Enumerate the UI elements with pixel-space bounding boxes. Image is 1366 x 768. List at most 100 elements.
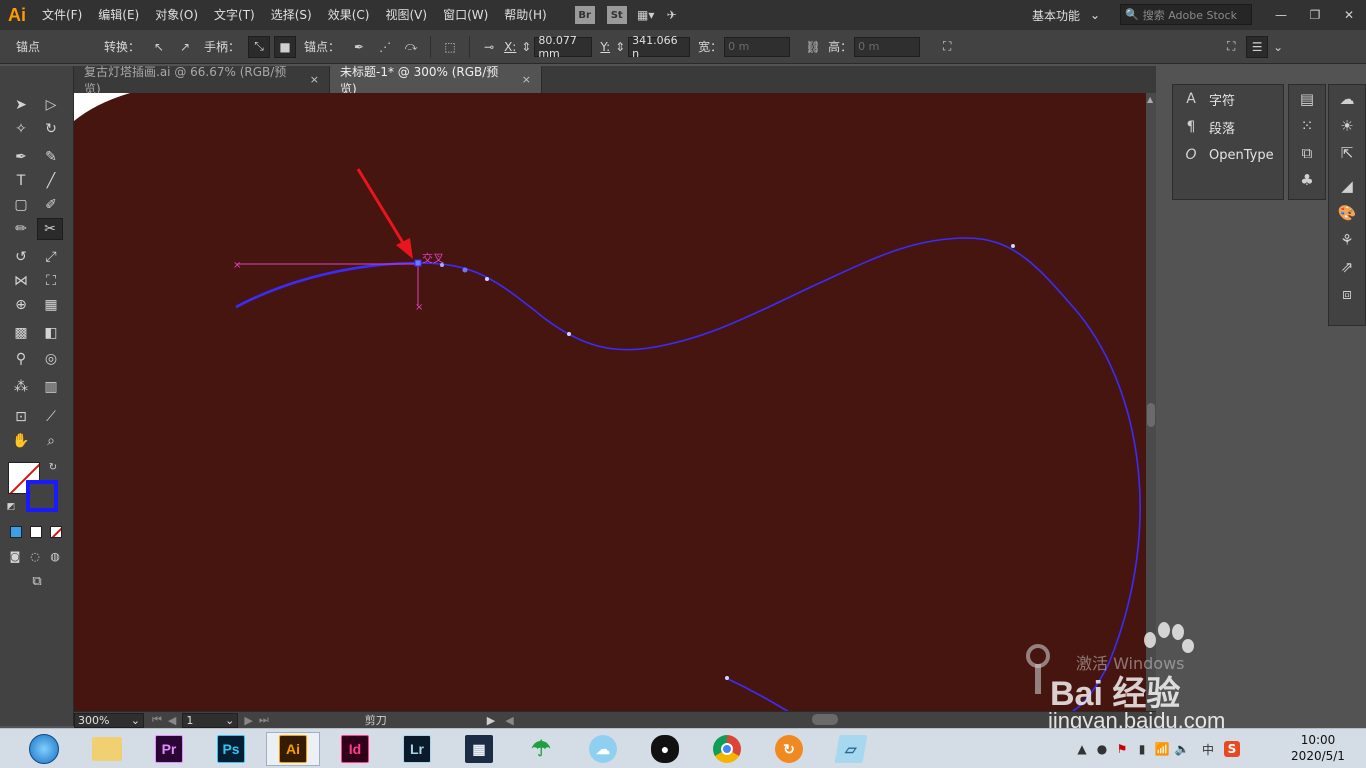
panel-character[interactable]: A 字符 — [1173, 85, 1283, 113]
close-icon[interactable]: × — [522, 73, 531, 86]
panel-paragraph[interactable]: ¶ 段落 — [1173, 113, 1283, 141]
mesh-tool-icon[interactable]: ▩ — [8, 322, 34, 344]
swatches-icon[interactable]: 🎨 — [1329, 199, 1365, 226]
y-field[interactable]: 341.066 n — [628, 34, 691, 60]
align-icon[interactable]: ⊸ — [478, 36, 500, 58]
scroll-left-icon[interactable]: ◀ — [505, 714, 513, 727]
rotate-tool-icon[interactable]: ↺ — [8, 246, 34, 268]
next-artboard-icon[interactable]: ▶ — [244, 714, 252, 727]
gpu-performance-icon[interactable]: ✈ — [661, 4, 683, 26]
taskbar-lightroom[interactable]: Lr — [390, 732, 444, 766]
draw-normal-icon[interactable]: ◙ — [6, 548, 24, 564]
sogou-ime-icon[interactable]: S — [1224, 741, 1240, 757]
menu-select[interactable]: 选择(S) — [263, 0, 320, 30]
menu-view[interactable]: 视图(V) — [377, 0, 435, 30]
menu-edit[interactable]: 编辑(E) — [90, 0, 147, 30]
canvas[interactable]: × × 交叉 ▲ — [74, 93, 1156, 711]
symbols-icon[interactable]: ♣ — [1289, 166, 1325, 193]
gradient-mode-button[interactable] — [30, 526, 42, 538]
scroll-thumb[interactable] — [1147, 403, 1155, 427]
perspective-grid-tool-icon[interactable]: ▦ — [38, 294, 64, 316]
pen-tool-icon[interactable]: ✒ — [8, 146, 34, 168]
taskbar-indesign[interactable]: Id — [328, 732, 382, 766]
zoom-tool-icon[interactable]: ⌕ — [38, 430, 64, 452]
horizontal-scroll-thumb[interactable] — [812, 714, 838, 725]
tab-lighthouse-doc[interactable]: 复古灯塔插画.ai @ 66.67% (RGB/预览) × — [74, 65, 330, 96]
remove-anchor-icon[interactable]: ✒ — [348, 36, 370, 58]
taskbar-chrome[interactable] — [700, 732, 754, 766]
first-artboard-icon[interactable]: ⏮ — [152, 713, 162, 727]
export-icon[interactable]: ⇱ — [1329, 139, 1365, 166]
scissors-tool-icon[interactable]: ✂ — [37, 218, 63, 240]
screen-mode-icon[interactable]: ⧉ — [24, 572, 50, 590]
menu-object[interactable]: 对象(O) — [147, 0, 206, 30]
panel-opentype[interactable]: O OpenType — [1173, 141, 1283, 169]
transform-panel-icon[interactable]: ⁙ — [1289, 112, 1325, 139]
pathfinder-icon[interactable]: ⧉ — [1289, 139, 1325, 166]
status-menu-icon[interactable]: ▶ — [487, 714, 495, 727]
close-icon[interactable]: × — [310, 73, 319, 86]
color-guide-icon[interactable]: ▤ — [1289, 85, 1325, 112]
taskbar-illustrator[interactable]: Ai — [266, 732, 320, 766]
prev-artboard-icon[interactable]: ◀ — [168, 714, 176, 727]
width-tool-icon[interactable]: ⋈ — [8, 270, 34, 292]
asset-export-icon[interactable]: ⇗ — [1329, 253, 1365, 280]
appearance-icon[interactable]: ☀ — [1329, 112, 1365, 139]
workspace-switcher[interactable]: 基本功能 ⌄ — [1022, 4, 1106, 26]
x-stepper-icon[interactable]: ⇕ — [520, 36, 532, 58]
chevron-down-icon[interactable]: ⌄ — [1272, 36, 1284, 58]
scale-tool-icon[interactable]: ⤢ — [38, 246, 64, 268]
direct-selection-tool-icon[interactable]: ▷ — [38, 94, 64, 116]
selection-tool-icon[interactable]: ➤ — [8, 94, 34, 116]
menu-type[interactable]: 文字(T) — [206, 0, 263, 30]
paintbrush-tool-icon[interactable]: ✐ — [38, 194, 64, 216]
taskbar-qq[interactable]: ● — [638, 732, 692, 766]
taskbar-app-umbrella[interactable]: ☂ — [514, 732, 568, 766]
pencil-tool-icon[interactable]: ✏ — [8, 218, 34, 240]
vertical-scrollbar[interactable]: ▲ — [1146, 93, 1156, 711]
convert-to-corner-icon[interactable]: ↖ — [148, 36, 170, 58]
line-tool-icon[interactable]: ╱ — [38, 170, 64, 192]
magic-wand-tool-icon[interactable]: ✧ — [8, 118, 34, 140]
libraries-icon[interactable]: ☁ — [1329, 85, 1365, 112]
layers-icon[interactable]: ⧈ — [1329, 280, 1365, 307]
ime-indicator[interactable]: 中 — [1198, 741, 1218, 758]
none-mode-button[interactable] — [50, 526, 62, 538]
gradient-tool-icon[interactable]: ◧ — [38, 322, 64, 344]
lasso-tool-icon[interactable]: ↻ — [38, 118, 64, 140]
link-constrain-icon[interactable]: ⛓ — [802, 36, 824, 58]
stock-search-input[interactable]: 🔍 搜索 Adobe Stock — [1120, 4, 1252, 25]
bridge-button[interactable]: Br — [574, 6, 595, 24]
minimize-icon[interactable]: — — [1264, 0, 1298, 30]
lower-path-segment[interactable] — [725, 677, 794, 711]
blend-tool-icon[interactable]: ◎ — [38, 348, 64, 370]
network-error-icon[interactable]: ⚑ — [1112, 742, 1132, 756]
shape-builder-tool-icon[interactable]: ⊕ — [8, 294, 34, 316]
battery-icon[interactable]: ▮ — [1132, 742, 1152, 756]
handle-end-marker[interactable]: × — [233, 260, 241, 271]
draw-inside-icon[interactable]: ◍ — [46, 548, 64, 564]
isolate-icon[interactable]: ⛶ — [1220, 36, 1242, 58]
anchor-point[interactable] — [485, 277, 489, 281]
taskbar-explorer[interactable] — [80, 732, 134, 766]
volume-icon[interactable]: 🔈 — [1172, 742, 1192, 756]
taskbar-app-orange[interactable]: ↻ — [762, 732, 816, 766]
taskbar-premiere[interactable]: Pr — [142, 732, 196, 766]
show-handles-icon[interactable]: ⤡ — [248, 35, 271, 58]
x-field[interactable]: 80.077 mm — [534, 34, 593, 60]
close-icon[interactable]: ✕ — [1332, 0, 1366, 30]
swap-fill-stroke-icon[interactable]: ↻ — [46, 460, 60, 474]
menu-effect[interactable]: 效果(C) — [320, 0, 378, 30]
draw-behind-icon[interactable]: ◌ — [26, 548, 44, 564]
arrange-documents-icon[interactable]: ▦▾ — [635, 4, 657, 26]
restore-icon[interactable]: ❐ — [1298, 0, 1332, 30]
artboard-tool-icon[interactable]: ⊡ — [8, 406, 34, 428]
connect-endpoints-icon[interactable]: ⋰ — [374, 36, 396, 58]
y-stepper-icon[interactable]: ⇕ — [614, 36, 626, 58]
hide-handles-icon[interactable]: ■ — [274, 35, 297, 58]
eyedropper-tool-icon[interactable]: ⚲ — [8, 348, 34, 370]
type-tool-icon[interactable]: T — [8, 170, 34, 192]
clock[interactable]: 10:00 2020/5/1 — [1288, 732, 1348, 764]
width-field[interactable]: 0 m — [724, 36, 791, 57]
handle-point[interactable] — [462, 267, 468, 273]
